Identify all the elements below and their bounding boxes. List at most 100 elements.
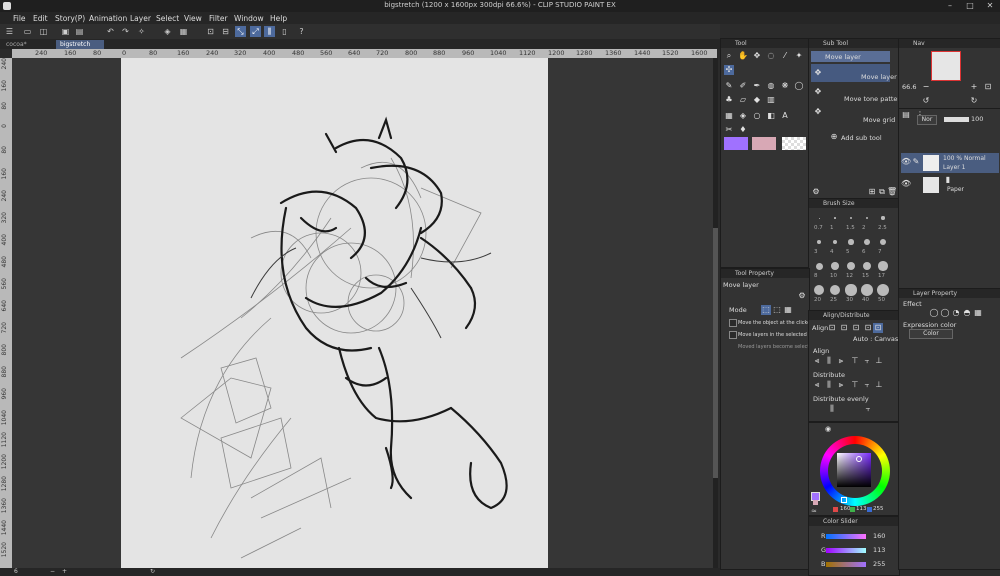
eyedropper-tool-icon[interactable]: ⁄ (780, 51, 790, 61)
effect-icon[interactable]: ◯ (929, 308, 939, 318)
layer-row-paper[interactable]: 👁 ▮ Paper (901, 175, 999, 195)
opacity-value[interactable]: 100 (971, 115, 983, 123)
fit-icon[interactable]: ⊡ (983, 82, 993, 92)
align-target-icon[interactable]: ⊡ (827, 323, 837, 333)
effect-icon[interactable]: ◓ (962, 308, 972, 318)
effect-icon[interactable]: ◯ (940, 308, 950, 318)
hand-tool-icon[interactable]: ✋ (738, 51, 748, 61)
zoom-tool-icon[interactable]: ⌕ (724, 51, 734, 61)
frame-tool-icon[interactable]: ▦ (724, 111, 734, 121)
menu-filter[interactable]: Filter (209, 14, 228, 23)
effect-icon[interactable]: ◔ (951, 308, 961, 318)
close-button[interactable]: ✕ (980, 0, 1000, 12)
align-canvas-icon[interactable]: ⊡ (873, 323, 883, 333)
brush-size-cell[interactable]: 2.5 (876, 211, 891, 233)
saturation-value-square[interactable] (837, 453, 871, 487)
navigator-preview[interactable] (931, 51, 961, 81)
brush-size-cell[interactable]: 8 (812, 259, 827, 281)
maximize-button[interactable]: □ (960, 0, 980, 12)
brush-size-cell[interactable]: 12 (844, 259, 859, 281)
snap-ruler-icon[interactable]: ⤡ (235, 26, 246, 37)
droplet-tool-icon[interactable]: ♦ (738, 125, 748, 135)
gradient-tool-icon[interactable]: ▥ (766, 95, 776, 105)
opacity-slider[interactable] (944, 117, 969, 122)
pen-edit-icon[interactable]: ✎ (911, 157, 921, 167)
align-top-icon[interactable]: ⊤ (850, 356, 860, 366)
brush-size-cell[interactable]: 15 (860, 259, 875, 281)
r-slider[interactable] (826, 534, 866, 539)
brush-size-cell[interactable]: 2 (860, 211, 875, 233)
brush-size-cell[interactable]: 1.5 (844, 211, 859, 233)
menu-select[interactable]: Select (156, 14, 179, 23)
transparent-color-swatch[interactable] (782, 137, 806, 150)
move-layer-tool-icon[interactable]: ✣ (724, 65, 734, 75)
clear-icon[interactable]: ✧ (136, 26, 147, 37)
distribute-evenly-v-icon[interactable]: ⫟ (863, 404, 873, 414)
distribute-left-icon[interactable]: ⫷ (812, 380, 822, 390)
distribute-bottom-icon[interactable]: ⊥ (874, 380, 884, 390)
device-icon[interactable]: ▯ (279, 26, 290, 37)
g-slider[interactable] (826, 548, 866, 553)
balloon-tool-icon[interactable]: ◯ (794, 81, 804, 91)
rotate-icon[interactable]: ↻ (150, 568, 155, 575)
brush-size-cell[interactable]: 10 (828, 259, 843, 281)
eye-icon[interactable]: 👁 (901, 179, 911, 189)
align-right-icon[interactable]: ⫸ (836, 356, 846, 366)
checkbox-move-selected[interactable] (729, 331, 737, 339)
move-tool-icon[interactable]: ✥ (752, 51, 762, 61)
align-target-icon[interactable]: ⊡ (863, 323, 873, 333)
add-icon[interactable]: ⊕ (829, 132, 839, 142)
save-icon[interactable]: ▣ (60, 26, 71, 37)
layer-row-layer1[interactable]: 👁 ✎ 100 % Normal Layer 1 (901, 153, 999, 173)
eye-icon[interactable]: 👁 (901, 157, 911, 167)
brush-size-cell[interactable]: 3 (812, 235, 827, 257)
checkbox-move-object[interactable] (729, 319, 737, 327)
brush-size-cell[interactable]: 7 (876, 235, 891, 257)
brush-size-cell[interactable]: 40 (860, 283, 875, 305)
zoom-in-icon[interactable]: + (969, 82, 979, 92)
wrench-icon[interactable]: ⚙ (797, 291, 807, 301)
lasso-tool-icon[interactable]: ◌ (766, 51, 776, 61)
tab-bigstretch[interactable]: bigstretch (56, 40, 104, 49)
snap-grid-icon[interactable]: ⫼ (264, 26, 275, 37)
fill-icon[interactable]: ◈ (162, 26, 173, 37)
rotate-left-icon[interactable]: ↺ (921, 96, 931, 106)
ruler-tool-icon[interactable]: ◧ (766, 111, 776, 121)
help-icon[interactable]: ? (296, 26, 307, 37)
redo-icon[interactable]: ↷ (120, 26, 131, 37)
pen-tool-icon[interactable]: ✎ (724, 81, 734, 91)
align-center-h-icon[interactable]: ⫼ (824, 356, 834, 366)
blend-tool-icon[interactable]: ♣ (724, 95, 734, 105)
delete-icon[interactable]: 🗑 (887, 187, 897, 197)
mode-grid-icon[interactable]: ▦ (783, 305, 793, 315)
brush-size-cell[interactable]: 17 (876, 259, 891, 281)
distribute-middle-icon[interactable]: ⫟ (862, 380, 872, 390)
brush-size-cell[interactable]: 25 (828, 283, 843, 305)
menu-animation[interactable]: Animation (89, 14, 127, 23)
g-value[interactable]: 113 (873, 546, 885, 554)
brush-size-cell[interactable]: 50 (876, 283, 891, 305)
select-tool-icon[interactable]: ✦ (794, 51, 804, 61)
transform-icon[interactable]: ⊡ (205, 26, 216, 37)
sub-color-chip[interactable] (813, 500, 818, 505)
hamburger-menu-icon[interactable]: ☰ (4, 26, 15, 37)
new-file-icon[interactable]: ▭ (22, 26, 33, 37)
blend-mode-select[interactable]: Nor (917, 115, 937, 125)
distribute-evenly-h-icon[interactable]: ⫼ (827, 404, 837, 414)
deselect-icon[interactable]: ⊟ (220, 26, 231, 37)
menu-view[interactable]: View (184, 14, 202, 23)
scroll-thumb[interactable] (713, 228, 718, 478)
correct-line-tool-icon[interactable]: ✂ (724, 125, 734, 135)
brush-size-cell[interactable]: 0.7 (812, 211, 827, 233)
save-as-icon[interactable]: ▤ (74, 26, 85, 37)
eraser-tool-icon[interactable]: ▱ (738, 95, 748, 105)
brush-size-cell[interactable]: 30 (844, 283, 859, 305)
fill-bucket-icon[interactable]: ◈ (738, 111, 748, 121)
align-target-icon[interactable]: ⊡ (839, 323, 849, 333)
brush-size-cell[interactable]: 6 (860, 235, 875, 257)
align-left-icon[interactable]: ⫷ (812, 356, 822, 366)
mode-layer-icon[interactable]: ⬚ (761, 305, 771, 315)
rotate-right-icon[interactable]: ↻ (969, 96, 979, 106)
menu-help[interactable]: Help (270, 14, 287, 23)
transparent-chip-icon[interactable]: ≈ (811, 507, 817, 515)
